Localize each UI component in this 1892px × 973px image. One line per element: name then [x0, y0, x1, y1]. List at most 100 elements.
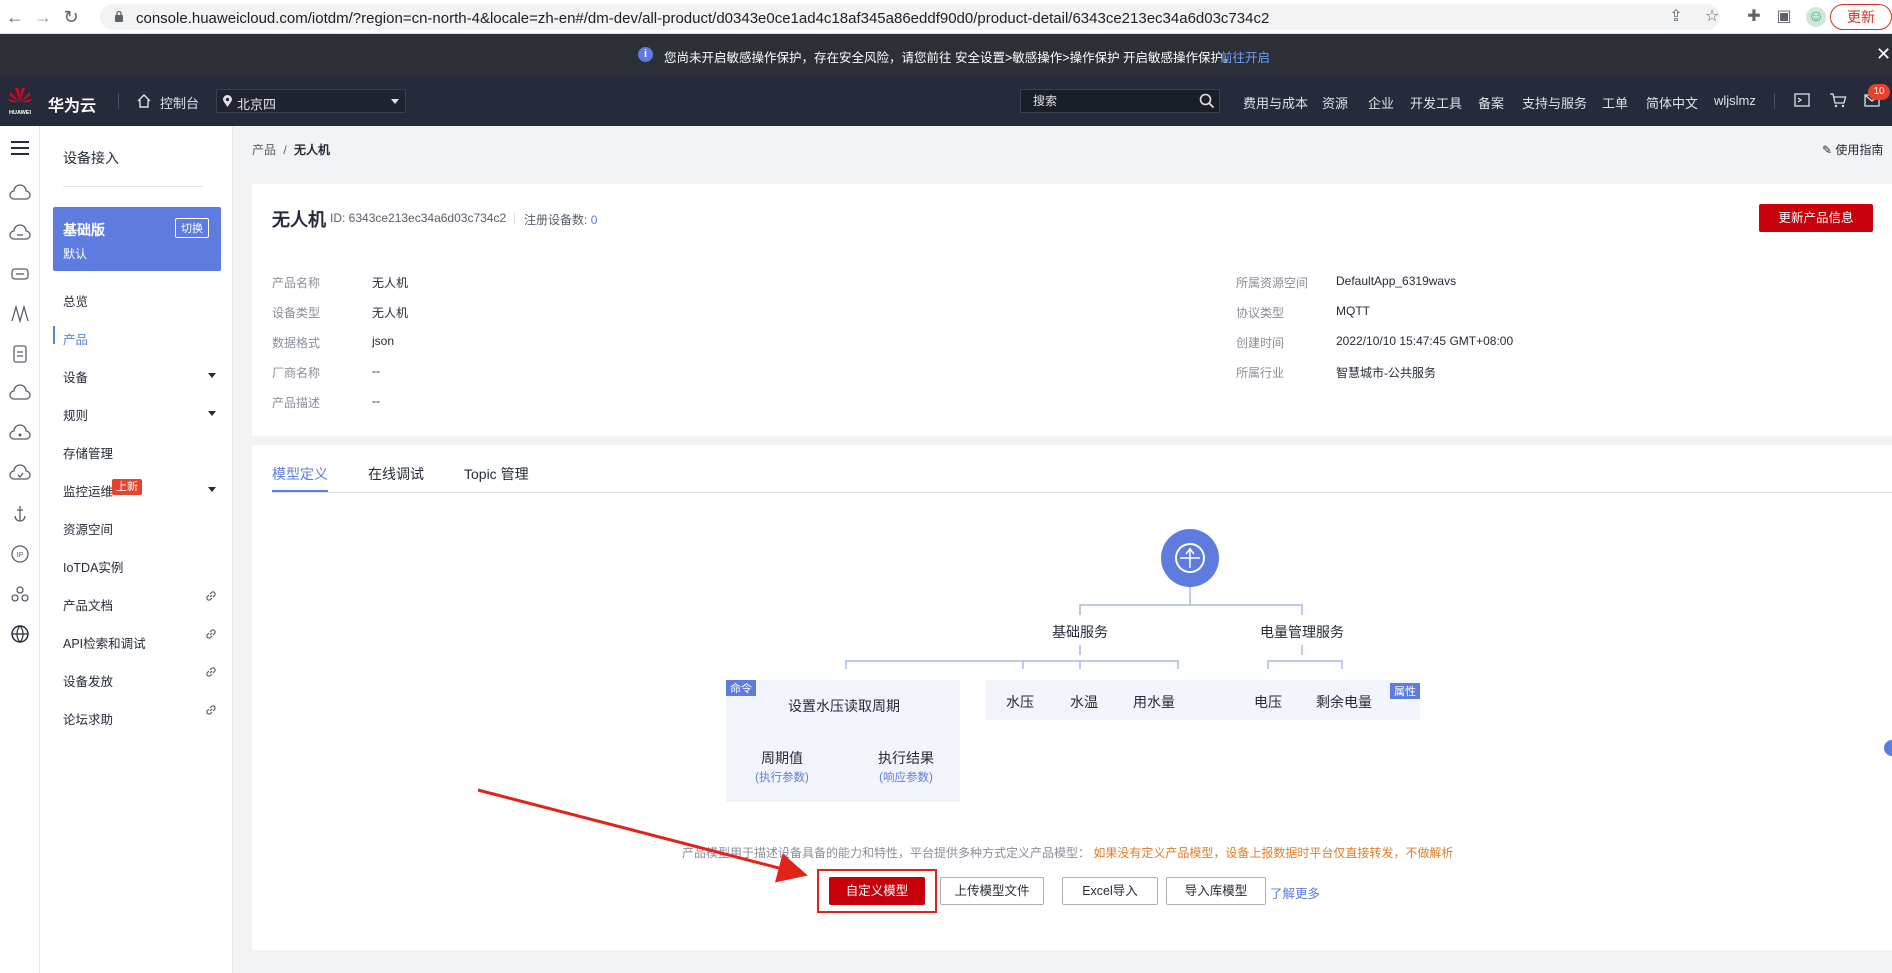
nav-tickets[interactable]: 工单	[1602, 93, 1628, 112]
upload-model-button[interactable]: 上传模型文件	[940, 877, 1044, 905]
extensions-icon[interactable]: ✚	[1744, 7, 1764, 27]
console-link[interactable]: 控制台	[160, 93, 199, 112]
profile-avatar-icon[interactable]: ☺	[1806, 7, 1826, 27]
back-icon[interactable]: ←	[4, 6, 26, 28]
sidebar-item-provisioning[interactable]: 设备发放	[63, 671, 113, 690]
cloud-icon[interactable]	[8, 382, 32, 406]
sidebar-item-docs[interactable]: 产品文档	[63, 595, 113, 614]
nav-devtools[interactable]: 开发工具	[1410, 93, 1462, 112]
url-text[interactable]: console.huaweicloud.com/iotdm/?region=cn…	[136, 10, 1269, 27]
cluster-icon[interactable]	[8, 582, 32, 606]
sidebar-item-storage[interactable]: 存储管理	[63, 443, 113, 462]
anchor-icon[interactable]	[8, 502, 32, 526]
hint-text: 产品模型用于描述设备具备的能力和特性，平台提供多种方式定义产品模型：	[682, 846, 1091, 860]
sidebar-item-devices[interactable]: 设备	[63, 367, 88, 386]
field-label: 厂商名称	[272, 366, 321, 380]
edition-switch-button[interactable]: 切换	[175, 218, 209, 238]
user-menu[interactable]: wljslmz	[1714, 93, 1756, 108]
bookmark-star-icon[interactable]: ☆	[1702, 7, 1722, 27]
database-icon[interactable]	[8, 262, 32, 286]
import-library-button[interactable]: 导入库模型	[1166, 877, 1266, 905]
share-icon[interactable]: ⇪	[1666, 7, 1686, 27]
home-icon[interactable]	[136, 93, 152, 109]
help-icon[interactable]	[1884, 740, 1892, 756]
field-label: 数据格式	[272, 336, 321, 350]
ip-icon[interactable]: IP	[8, 542, 32, 566]
sidebar-item-monitoring[interactable]: 监控运维	[63, 481, 113, 500]
huawei-logo-icon[interactable]: HUAWEI	[6, 84, 34, 118]
region-select[interactable]: 北京四	[216, 89, 406, 113]
excel-import-button[interactable]: Excel导入	[1062, 877, 1158, 905]
nav-filing[interactable]: 备案	[1478, 93, 1504, 112]
product-info-card: 无人机 ID: 6343ce213ec34a6d03c734c2 注册设备数: …	[252, 184, 1892, 436]
external-link-icon[interactable]	[204, 627, 218, 641]
sidebar-item-products[interactable]: 产品	[63, 329, 88, 348]
sidebar-item-resource-space[interactable]: 资源空间	[63, 519, 113, 538]
service-sidebar: 设备接入 基础版 切换 默认 总览 产品 设备 规则 存储管理 监控运维 上新 …	[40, 126, 233, 973]
property-water-pressure: 水压	[1006, 694, 1034, 710]
browser-update-button[interactable]: 更新	[1830, 4, 1892, 30]
nav-support[interactable]: 支持与服务	[1522, 93, 1587, 112]
edition-name: 基础版	[63, 222, 105, 238]
product-title: 无人机	[272, 210, 326, 230]
analytics-icon[interactable]	[8, 302, 32, 326]
field-value: 无人机	[372, 306, 409, 320]
external-link-icon[interactable]	[204, 665, 218, 679]
cloud-service-icon[interactable]	[8, 182, 32, 206]
forward-icon[interactable]: →	[32, 6, 54, 28]
property-water-temp: 水温	[1070, 694, 1098, 710]
address-bar[interactable]: console.huaweicloud.com/iotdm/?region=cn…	[100, 4, 1720, 30]
sidebar-item-rules[interactable]: 规则	[63, 405, 88, 424]
sidebar-item-api[interactable]: API检索和调试	[63, 633, 146, 652]
globe-icon[interactable]	[8, 622, 32, 646]
nav-cost[interactable]: 费用与成本	[1243, 93, 1308, 112]
nav-enterprise[interactable]: 企业	[1368, 93, 1394, 112]
breadcrumb-current: 无人机	[294, 143, 331, 157]
close-icon[interactable]: ✕	[1876, 44, 1891, 65]
document-icon[interactable]	[8, 342, 32, 366]
svg-text:IP: IP	[17, 552, 24, 559]
menu-icon[interactable]	[8, 136, 32, 160]
external-link-icon[interactable]	[204, 703, 218, 717]
cloud-security-icon[interactable]	[8, 462, 32, 486]
brand-name[interactable]: 华为云	[48, 92, 96, 116]
property-voltage: 电压	[1254, 694, 1282, 710]
field-value: DefaultApp_6319wavs	[1336, 274, 1457, 288]
field-value: 2022/10/10 15:47:45 GMT+08:00	[1336, 334, 1514, 348]
notice-link[interactable]: 前往开启	[1220, 47, 1270, 66]
sidebar-item-overview[interactable]: 总览	[63, 291, 88, 310]
edition-default: 默认	[63, 247, 88, 261]
security-notice-bar: i 您尚未开启敏感操作保护，存在安全风险，请您前往 安全设置>敏感操作>操作保护…	[0, 34, 1892, 76]
sidepanel-icon[interactable]: ▣	[1774, 7, 1794, 27]
update-product-button[interactable]: 更新产品信息	[1759, 204, 1873, 232]
global-search[interactable]	[1020, 89, 1220, 113]
service-basic: 基础服务	[1052, 624, 1108, 640]
product-id: ID: 6343ce213ec34a6d03c734c2	[330, 211, 507, 225]
chevron-down-icon	[391, 99, 399, 104]
top-header: HUAWEI 华为云 控制台 北京四 费用与成本 资源 企业 开发工具 备案 支…	[0, 76, 1892, 126]
cloud-shell-icon[interactable]	[1792, 90, 1812, 110]
floating-help-widget[interactable]	[1880, 740, 1892, 860]
external-link-icon[interactable]	[204, 589, 218, 603]
field-value: --	[372, 364, 380, 378]
field-label: 协议类型	[1236, 306, 1285, 320]
reload-icon[interactable]: ↻	[60, 6, 82, 28]
breadcrumb-parent[interactable]: 产品	[252, 143, 276, 157]
cart-icon[interactable]	[1828, 90, 1848, 110]
nav-resources[interactable]: 资源	[1322, 93, 1348, 112]
cloud-server-icon[interactable]	[8, 222, 32, 246]
registered-devices-count[interactable]: 0	[591, 213, 598, 227]
chevron-down-icon[interactable]	[208, 373, 216, 378]
sidebar-item-instances[interactable]: IoTDA实例	[63, 557, 123, 576]
user-guide-link[interactable]: ✎ 使用指南	[1822, 141, 1883, 158]
chevron-down-icon[interactable]	[208, 487, 216, 492]
cloud-network-icon[interactable]	[8, 422, 32, 446]
chevron-down-icon[interactable]	[208, 411, 216, 416]
region-value: 北京四	[237, 97, 277, 112]
learn-more-link[interactable]: 了解更多	[1270, 883, 1320, 902]
sidebar-item-forum[interactable]: 论坛求助	[63, 709, 113, 728]
language-switch[interactable]: 简体中文	[1646, 93, 1698, 112]
search-icon[interactable]	[1199, 93, 1215, 109]
sidebar-title: 设备接入	[63, 150, 119, 166]
search-input[interactable]	[1021, 90, 1191, 112]
